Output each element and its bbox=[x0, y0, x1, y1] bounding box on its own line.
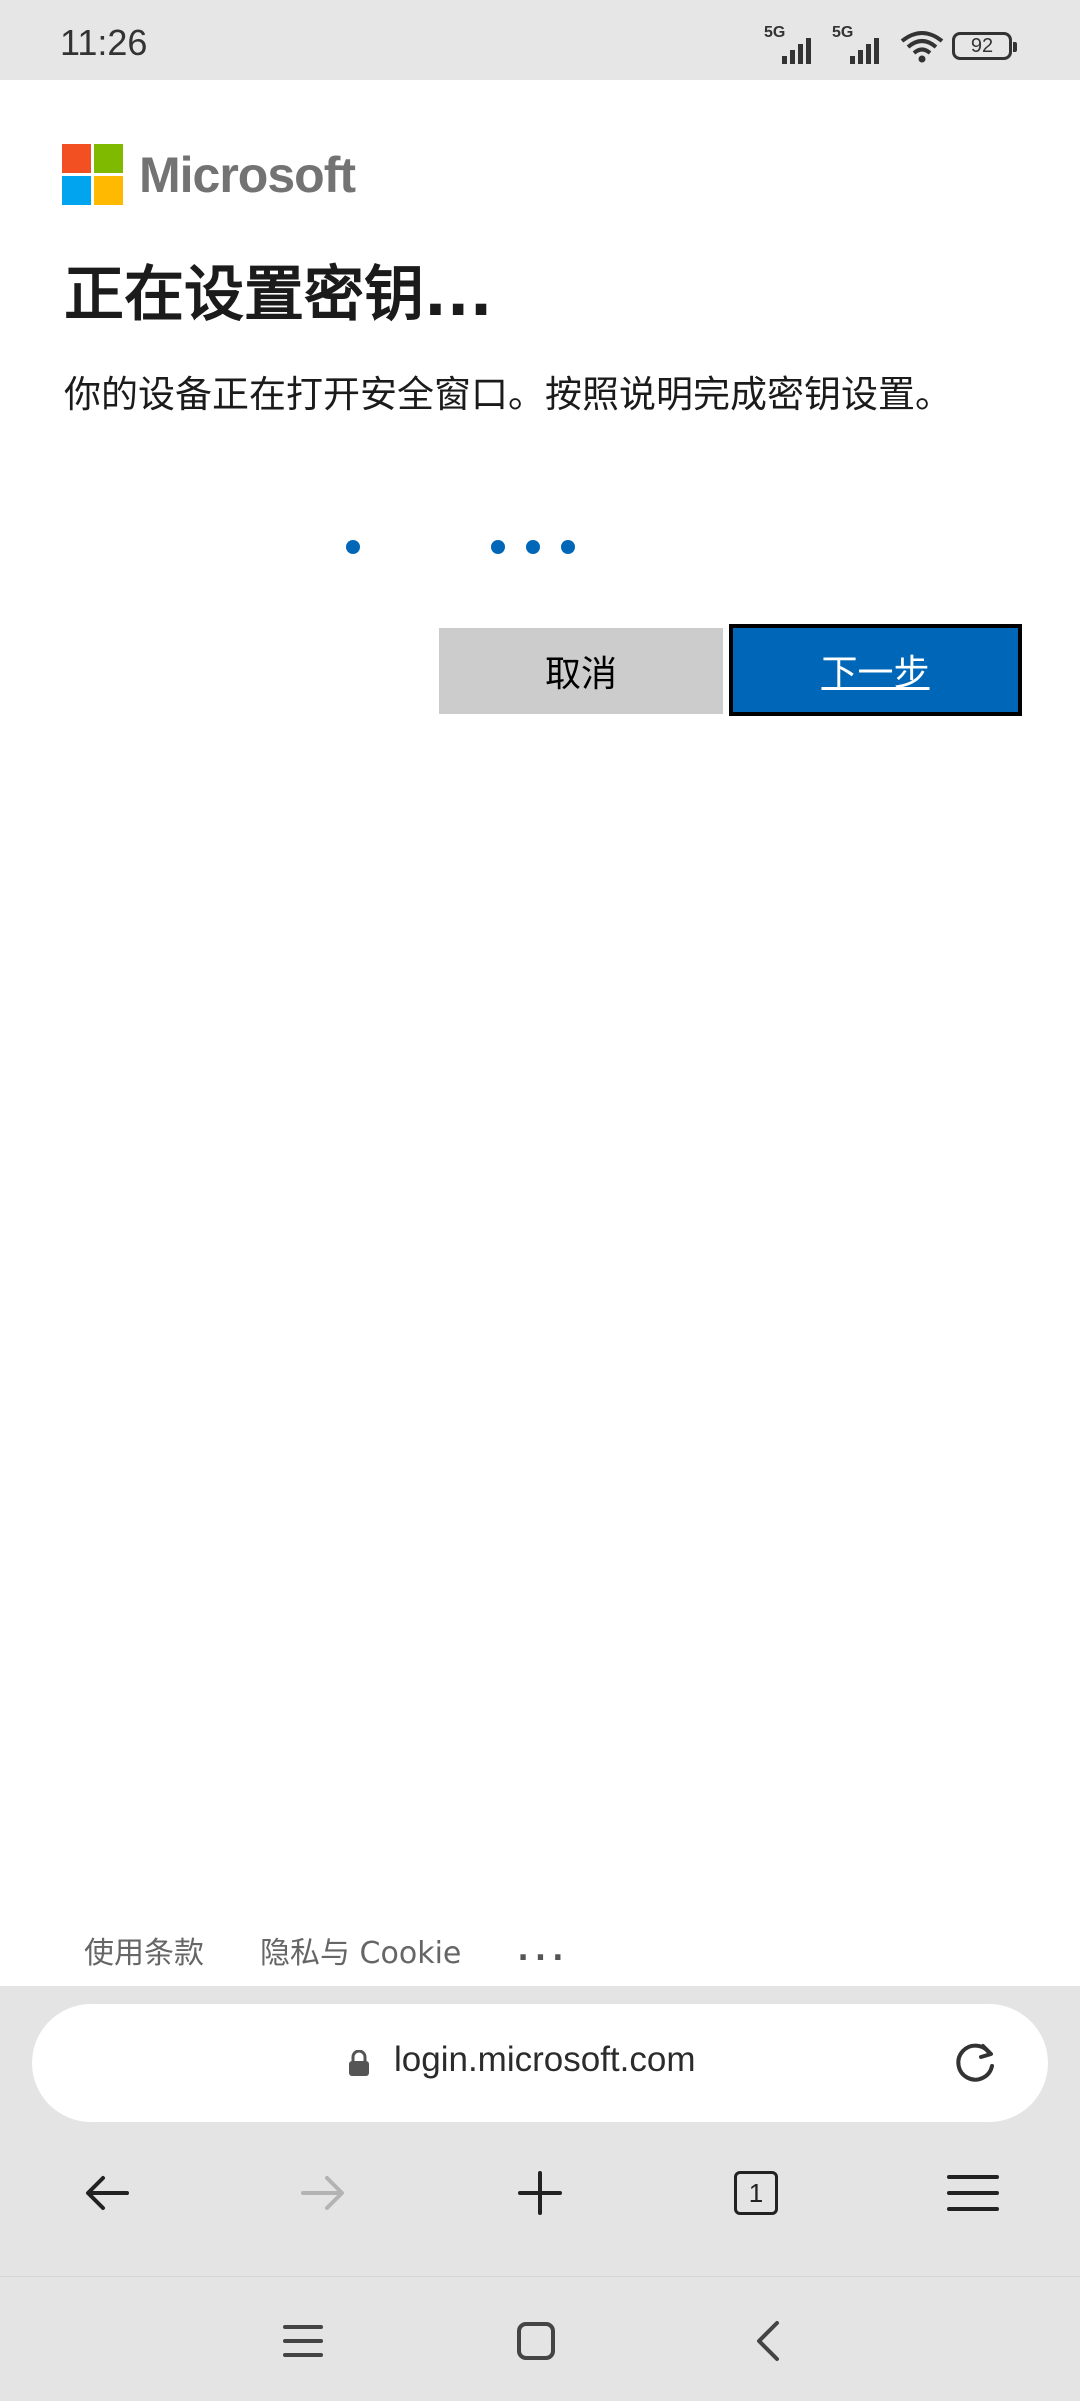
terms-link[interactable]: 使用条款 bbox=[84, 1928, 204, 1972]
wifi-icon bbox=[900, 31, 944, 63]
home-icon bbox=[517, 2322, 555, 2360]
loading-dot bbox=[561, 540, 575, 554]
recents-button[interactable] bbox=[275, 2313, 331, 2369]
signal-icon-2: 5G bbox=[832, 24, 892, 64]
menu-icon bbox=[947, 2175, 999, 2211]
loading-indicator bbox=[0, 540, 1080, 560]
home-button[interactable] bbox=[508, 2313, 564, 2369]
forward-button[interactable] bbox=[288, 2158, 358, 2228]
next-button[interactable]: 下一步 bbox=[729, 624, 1022, 716]
url-text[interactable]: login.microsoft.com bbox=[394, 2040, 695, 2080]
new-tab-icon bbox=[518, 2171, 562, 2215]
page-description: 你的设备正在打开安全窗口。按照说明完成密钥设置。 bbox=[64, 373, 952, 416]
tab-count: 1 bbox=[748, 2177, 764, 2208]
recents-icon bbox=[283, 2325, 323, 2357]
back-icon bbox=[86, 2176, 129, 2210]
more-options-link[interactable]: ... bbox=[517, 1933, 569, 1968]
battery-icon: 92 bbox=[952, 32, 1017, 60]
status-time: 11:26 bbox=[60, 22, 148, 63]
tabs-icon: 1 bbox=[734, 2171, 778, 2215]
tabs-button[interactable]: 1 bbox=[721, 2158, 791, 2228]
forward-icon bbox=[301, 2176, 344, 2210]
browser-nav-row: 1 bbox=[0, 2158, 1080, 2228]
loading-dot bbox=[346, 540, 360, 554]
system-back-button[interactable] bbox=[740, 2313, 796, 2369]
status-icons: 5G 5G 92 bbox=[764, 24, 1017, 66]
reload-icon[interactable] bbox=[950, 2038, 1000, 2088]
signal-icon-1: 5G bbox=[764, 24, 824, 64]
microsoft-logo: Microsoft bbox=[62, 144, 356, 205]
microsoft-logo-icon bbox=[62, 144, 123, 205]
new-tab-button[interactable] bbox=[505, 2158, 575, 2228]
system-nav-bar bbox=[0, 2276, 1080, 2401]
browser-toolbar: login.microsoft.com 1 bbox=[0, 1986, 1080, 2276]
footer-links: 使用条款 隐私与 Cookie ... bbox=[84, 1928, 626, 1972]
loading-dot bbox=[491, 540, 505, 554]
back-icon bbox=[757, 2321, 779, 2361]
brand-name: Microsoft bbox=[139, 146, 356, 203]
lock-icon bbox=[349, 2050, 369, 2076]
status-bar: 11:26 5G 5G 92 bbox=[0, 0, 1080, 80]
privacy-link[interactable]: 隐私与 Cookie bbox=[260, 1928, 461, 1972]
back-button[interactable] bbox=[72, 2158, 142, 2228]
address-bar[interactable]: login.microsoft.com bbox=[32, 2004, 1048, 2122]
cancel-button[interactable]: 取消 bbox=[439, 628, 723, 714]
menu-button[interactable] bbox=[938, 2158, 1008, 2228]
loading-dot bbox=[526, 540, 540, 554]
page-title: 正在设置密钥... bbox=[64, 260, 493, 330]
